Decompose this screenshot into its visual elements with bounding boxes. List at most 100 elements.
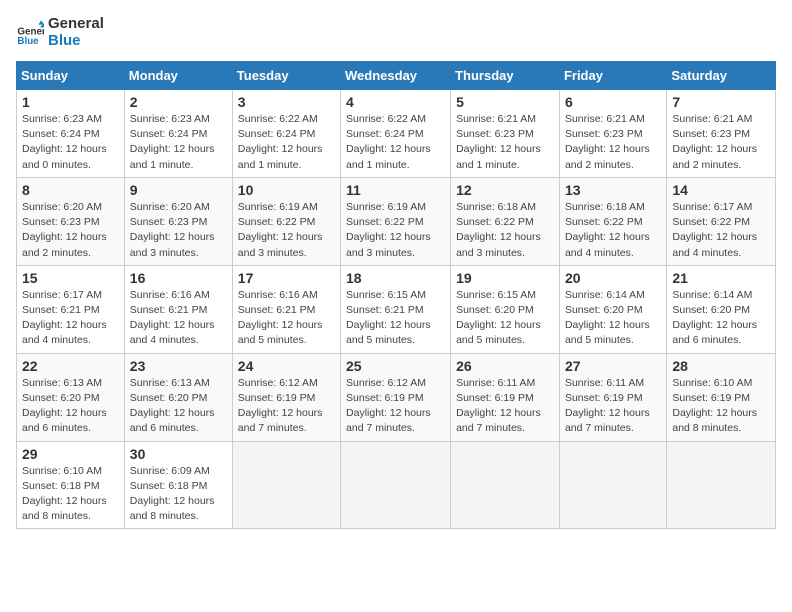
calendar-cell: 9 Sunrise: 6:20 AM Sunset: 6:23 PM Daylig…: [124, 177, 232, 265]
calendar-week-5: 29Sunrise: 6:10 AM Sunset: 6:18 PM Dayli…: [17, 441, 776, 529]
day-number: 20: [565, 270, 661, 286]
calendar-cell: 15 Sunrise: 6:17 AM Sunset: 6:21 PM Dayli…: [17, 265, 125, 353]
day-info: Sunrise: 6:13 AM Sunset: 6:20 PM Dayligh…: [130, 376, 227, 437]
calendar-cell: [667, 441, 776, 529]
calendar-week-3: 15 Sunrise: 6:17 AM Sunset: 6:21 PM Dayli…: [17, 265, 776, 353]
calendar-week-2: 8 Sunrise: 6:20 AM Sunset: 6:23 PM Daylig…: [17, 177, 776, 265]
day-info: Sunrise: 6:09 AM Sunset: 6:18 PM Dayligh…: [130, 464, 227, 525]
day-number: 4: [346, 94, 445, 110]
day-header-saturday: Saturday: [667, 62, 776, 90]
calendar-cell: 24 Sunrise: 6:12 AM Sunset: 6:19 PM Dayli…: [232, 353, 340, 441]
day-number: 18: [346, 270, 445, 286]
calendar-week-4: 22 Sunrise: 6:13 AM Sunset: 6:20 PM Dayli…: [17, 353, 776, 441]
day-info: Sunrise: 6:17 AM Sunset: 6:22 PM Dayligh…: [672, 200, 770, 261]
day-number: 24: [238, 358, 335, 374]
calendar-cell: 20 Sunrise: 6:14 AM Sunset: 6:20 PM Dayli…: [559, 265, 666, 353]
day-info: Sunrise: 6:12 AM Sunset: 6:19 PM Dayligh…: [238, 376, 335, 437]
day-info: Sunrise: 6:18 AM Sunset: 6:22 PM Dayligh…: [456, 200, 554, 261]
day-info: Sunrise: 6:17 AM Sunset: 6:21 PM Dayligh…: [22, 288, 119, 349]
svg-text:Blue: Blue: [17, 36, 39, 47]
day-info: Sunrise: 6:16 AM Sunset: 6:21 PM Dayligh…: [130, 288, 227, 349]
calendar-cell: 26 Sunrise: 6:11 AM Sunset: 6:19 PM Dayli…: [451, 353, 560, 441]
day-number: 22: [22, 358, 119, 374]
day-info: Sunrise: 6:20 AM Sunset: 6:23 PM Dayligh…: [130, 200, 227, 261]
day-info: Sunrise: 6:21 AM Sunset: 6:23 PM Dayligh…: [456, 112, 554, 173]
day-number: 21: [672, 270, 770, 286]
day-info: Sunrise: 6:21 AM Sunset: 6:23 PM Dayligh…: [565, 112, 661, 173]
day-number: 3: [238, 94, 335, 110]
day-info: Sunrise: 6:23 AM Sunset: 6:24 PM Dayligh…: [130, 112, 227, 173]
day-info: Sunrise: 6:18 AM Sunset: 6:22 PM Dayligh…: [565, 200, 661, 261]
day-info: Sunrise: 6:19 AM Sunset: 6:22 PM Dayligh…: [238, 200, 335, 261]
day-info: Sunrise: 6:22 AM Sunset: 6:24 PM Dayligh…: [238, 112, 335, 173]
day-info: Sunrise: 6:10 AM Sunset: 6:19 PM Dayligh…: [672, 376, 770, 437]
calendar-cell: [559, 441, 666, 529]
calendar-cell: 3 Sunrise: 6:22 AM Sunset: 6:24 PM Daylig…: [232, 90, 340, 178]
calendar-cell: 5 Sunrise: 6:21 AM Sunset: 6:23 PM Daylig…: [451, 90, 560, 178]
calendar-cell: 13 Sunrise: 6:18 AM Sunset: 6:22 PM Dayli…: [559, 177, 666, 265]
calendar-cell: 8 Sunrise: 6:20 AM Sunset: 6:23 PM Daylig…: [17, 177, 125, 265]
day-info: Sunrise: 6:14 AM Sunset: 6:20 PM Dayligh…: [565, 288, 661, 349]
calendar-body: 1Sunrise: 6:23 AM Sunset: 6:24 PM Daylig…: [17, 90, 776, 529]
calendar-cell: 2 Sunrise: 6:23 AM Sunset: 6:24 PM Daylig…: [124, 90, 232, 178]
day-number: 19: [456, 270, 554, 286]
day-number: 30: [130, 446, 227, 462]
day-number: 8: [22, 182, 119, 198]
day-number: 17: [238, 270, 335, 286]
day-number: 13: [565, 182, 661, 198]
calendar-cell: 23 Sunrise: 6:13 AM Sunset: 6:20 PM Dayli…: [124, 353, 232, 441]
calendar-cell: [341, 441, 451, 529]
day-number: 6: [565, 94, 661, 110]
day-number: 25: [346, 358, 445, 374]
calendar-cell: 25Sunrise: 6:12 AM Sunset: 6:19 PM Dayli…: [341, 353, 451, 441]
calendar-cell: 19Sunrise: 6:15 AM Sunset: 6:20 PM Dayli…: [451, 265, 560, 353]
day-info: Sunrise: 6:10 AM Sunset: 6:18 PM Dayligh…: [22, 464, 119, 525]
calendar-cell: 28 Sunrise: 6:10 AM Sunset: 6:19 PM Dayli…: [667, 353, 776, 441]
day-header-wednesday: Wednesday: [341, 62, 451, 90]
day-info: Sunrise: 6:11 AM Sunset: 6:19 PM Dayligh…: [456, 376, 554, 437]
calendar-cell: 11 Sunrise: 6:19 AM Sunset: 6:22 PM Dayli…: [341, 177, 451, 265]
day-info: Sunrise: 6:13 AM Sunset: 6:20 PM Dayligh…: [22, 376, 119, 437]
day-number: 15: [22, 270, 119, 286]
page-header: General Blue General Blue: [16, 16, 776, 49]
calendar-cell: [451, 441, 560, 529]
calendar-cell: 6 Sunrise: 6:21 AM Sunset: 6:23 PM Daylig…: [559, 90, 666, 178]
day-number: 11: [346, 182, 445, 198]
day-header-monday: Monday: [124, 62, 232, 90]
day-info: Sunrise: 6:20 AM Sunset: 6:23 PM Dayligh…: [22, 200, 119, 261]
calendar-cell: [232, 441, 340, 529]
calendar-cell: 10Sunrise: 6:19 AM Sunset: 6:22 PM Dayli…: [232, 177, 340, 265]
day-info: Sunrise: 6:19 AM Sunset: 6:22 PM Dayligh…: [346, 200, 445, 261]
calendar-cell: 18 Sunrise: 6:15 AM Sunset: 6:21 PM Dayli…: [341, 265, 451, 353]
day-info: Sunrise: 6:14 AM Sunset: 6:20 PM Dayligh…: [672, 288, 770, 349]
day-number: 26: [456, 358, 554, 374]
day-number: 9: [130, 182, 227, 198]
day-info: Sunrise: 6:22 AM Sunset: 6:24 PM Dayligh…: [346, 112, 445, 173]
day-header-friday: Friday: [559, 62, 666, 90]
day-info: Sunrise: 6:21 AM Sunset: 6:23 PM Dayligh…: [672, 112, 770, 173]
day-header-thursday: Thursday: [451, 62, 560, 90]
calendar-cell: 22 Sunrise: 6:13 AM Sunset: 6:20 PM Dayli…: [17, 353, 125, 441]
logo-icon: General Blue: [16, 19, 44, 47]
calendar-cell: 4 Sunrise: 6:22 AM Sunset: 6:24 PM Daylig…: [341, 90, 451, 178]
day-header-sunday: Sunday: [17, 62, 125, 90]
calendar-table: SundayMondayTuesdayWednesdayThursdayFrid…: [16, 61, 776, 529]
calendar-week-1: 1Sunrise: 6:23 AM Sunset: 6:24 PM Daylig…: [17, 90, 776, 178]
day-info: Sunrise: 6:15 AM Sunset: 6:21 PM Dayligh…: [346, 288, 445, 349]
calendar-cell: 12Sunrise: 6:18 AM Sunset: 6:22 PM Dayli…: [451, 177, 560, 265]
day-number: 14: [672, 182, 770, 198]
day-number: 23: [130, 358, 227, 374]
day-info: Sunrise: 6:16 AM Sunset: 6:21 PM Dayligh…: [238, 288, 335, 349]
day-header-tuesday: Tuesday: [232, 62, 340, 90]
calendar-cell: 17 Sunrise: 6:16 AM Sunset: 6:21 PM Dayli…: [232, 265, 340, 353]
day-number: 5: [456, 94, 554, 110]
day-number: 2: [130, 94, 227, 110]
day-number: 16: [130, 270, 227, 286]
logo: General Blue General Blue: [16, 16, 104, 49]
calendar-cell: 14 Sunrise: 6:17 AM Sunset: 6:22 PM Dayli…: [667, 177, 776, 265]
calendar-cell: 29Sunrise: 6:10 AM Sunset: 6:18 PM Dayli…: [17, 441, 125, 529]
day-number: 27: [565, 358, 661, 374]
day-info: Sunrise: 6:11 AM Sunset: 6:19 PM Dayligh…: [565, 376, 661, 437]
calendar-cell: 16 Sunrise: 6:16 AM Sunset: 6:21 PM Dayli…: [124, 265, 232, 353]
day-number: 28: [672, 358, 770, 374]
